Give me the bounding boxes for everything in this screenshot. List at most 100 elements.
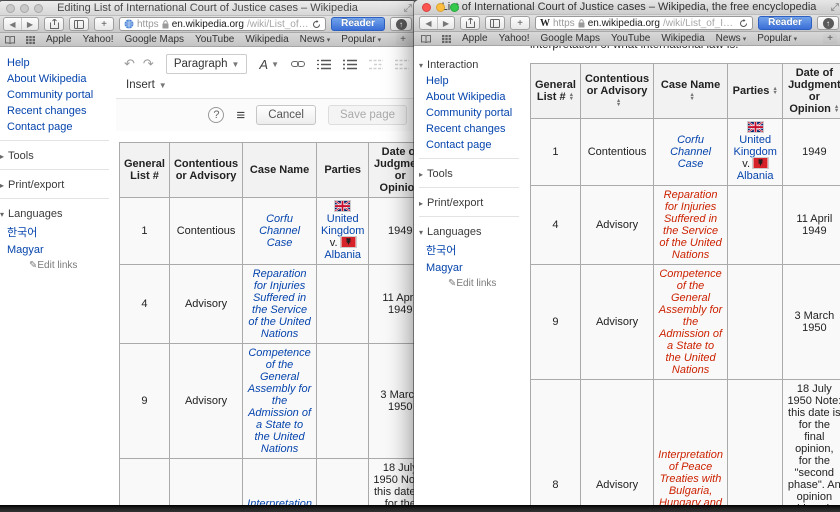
- sidebar-reading-list-button[interactable]: [69, 17, 89, 31]
- sidebar-item-help[interactable]: Help: [7, 57, 116, 69]
- sidebar-item-recent-changes[interactable]: Recent changes: [426, 123, 526, 135]
- party-link[interactable]: Albania: [737, 170, 774, 182]
- undo-icon[interactable]: ↶: [124, 56, 135, 72]
- indent-icon[interactable]: [395, 59, 409, 70]
- sidebar-section-tools[interactable]: ▸Tools: [0, 150, 116, 162]
- top-sites-grid-icon[interactable]: [442, 35, 451, 43]
- forward-button[interactable]: ▶: [437, 17, 454, 29]
- help-icon[interactable]: ?: [208, 107, 224, 123]
- bookmark-youtube[interactable]: YouTube: [611, 33, 650, 44]
- character-style-dropdown[interactable]: A ▼: [259, 57, 279, 72]
- column-header-parties[interactable]: Parties▲▼: [727, 64, 782, 119]
- case-name-link[interactable]: Competence of the General Assembly for t…: [248, 347, 312, 455]
- sidebar-item-contact-page[interactable]: Contact page: [426, 139, 526, 151]
- bookmark-apple[interactable]: Apple: [46, 34, 72, 45]
- address-bar[interactable]: W https en.wikipedia.org /wiki/List_of_I…: [535, 16, 753, 30]
- reading-list-icon[interactable]: [421, 35, 431, 43]
- bookmark-youtube[interactable]: YouTube: [195, 34, 234, 45]
- save-page-button[interactable]: Save page: [328, 105, 407, 125]
- sidebar-section-interaction[interactable]: ▾Interaction: [419, 59, 526, 71]
- bookmark-news[interactable]: News▾: [716, 33, 747, 44]
- new-tab-button[interactable]: +: [510, 16, 530, 30]
- sidebar-section-languages[interactable]: ▾Languages: [0, 208, 116, 220]
- case-name-link[interactable]: Reparation for Injuries Suffered in the …: [248, 268, 310, 340]
- bookmark-news[interactable]: News▾: [300, 34, 331, 45]
- tab-bar-new-tab-button[interactable]: +: [823, 33, 837, 44]
- case-name-link[interactable]: Reparation for Injuries Suffered in the …: [659, 189, 721, 261]
- column-header-general-list[interactable]: General List #▲▼: [531, 64, 581, 119]
- column-header-case-name[interactable]: Case Name▲▼: [654, 64, 728, 119]
- title-bar[interactable]: List of International Court of Justice c…: [414, 0, 840, 15]
- case-name-link[interactable]: Corfu Channel Case: [259, 213, 300, 249]
- sidebar-item-about-wikipedia[interactable]: About Wikipedia: [7, 73, 116, 85]
- close-window-button[interactable]: [422, 3, 431, 12]
- sidebar-item-help[interactable]: Help: [426, 75, 526, 87]
- edit-links[interactable]: ✎Edit links: [426, 278, 526, 289]
- link-icon[interactable]: [291, 60, 305, 68]
- sidebar-item-contact-page[interactable]: Contact page: [7, 121, 116, 133]
- bookmark-popular[interactable]: Popular▾: [757, 33, 797, 44]
- sidebar-item-item[interactable]: 한국어: [426, 242, 526, 258]
- sidebar-section-print-export[interactable]: ▸Print/export: [419, 197, 526, 209]
- minimize-window-button[interactable]: [20, 4, 29, 13]
- case-name-link[interactable]: Interpretation of Peace Treaties with Bu…: [658, 449, 723, 506]
- share-button[interactable]: [460, 16, 480, 30]
- case-name-link[interactable]: Interpretation of Peace Treaties with Bu…: [247, 498, 312, 505]
- sidebar-item-community-portal[interactable]: Community portal: [426, 107, 526, 119]
- tab-bar-new-tab-button[interactable]: +: [396, 34, 410, 45]
- minimize-window-button[interactable]: [436, 3, 445, 12]
- reload-icon[interactable]: [312, 20, 321, 29]
- reading-list-icon[interactable]: [5, 36, 15, 44]
- party-link[interactable]: United Kingdom: [733, 134, 776, 158]
- back-button[interactable]: ◀: [4, 18, 21, 30]
- sidebar-section-tools[interactable]: ▸Tools: [419, 168, 526, 180]
- forward-button[interactable]: ▶: [21, 18, 38, 30]
- bullet-list-icon[interactable]: [343, 59, 357, 70]
- sidebar-item-recent-changes[interactable]: Recent changes: [7, 105, 116, 117]
- party-link[interactable]: Albania: [324, 249, 361, 261]
- zoom-window-button[interactable]: [450, 3, 459, 12]
- reload-icon[interactable]: [739, 19, 748, 28]
- title-bar[interactable]: Editing List of International Court of J…: [0, 1, 417, 16]
- bookmark-wikipedia[interactable]: Wikipedia: [245, 34, 288, 45]
- party-link[interactable]: United Kingdom: [321, 213, 364, 237]
- address-bar[interactable]: https en.wikipedia.org /wiki/List_of_Int…: [119, 17, 326, 31]
- sidebar-item-community-portal[interactable]: Community portal: [7, 89, 116, 101]
- column-header-date-of-judgment-or-opinion[interactable]: Date of Judgment or Opinion▲▼: [783, 64, 840, 119]
- sidebar-item-magyar[interactable]: Magyar: [426, 262, 526, 274]
- sidebar-reading-list-button[interactable]: [485, 16, 505, 30]
- reader-button[interactable]: Reader: [331, 17, 385, 31]
- numbered-list-icon[interactable]: [317, 59, 331, 70]
- reader-button[interactable]: Reader: [758, 16, 812, 30]
- sidebar-item-item[interactable]: 한국어: [7, 224, 116, 240]
- share-button[interactable]: [44, 17, 64, 31]
- hamburger-menu-icon[interactable]: ≡: [236, 107, 244, 124]
- bookmark-apple[interactable]: Apple: [462, 33, 488, 44]
- bookmark-google-maps[interactable]: Google Maps: [541, 33, 600, 44]
- sidebar-item-about-wikipedia[interactable]: About Wikipedia: [426, 91, 526, 103]
- sidebar-section-print-export[interactable]: ▸Print/export: [0, 179, 116, 191]
- sidebar-section-languages[interactable]: ▾Languages: [419, 226, 526, 238]
- new-tab-button[interactable]: +: [94, 17, 114, 31]
- downloads-button[interactable]: ↑: [390, 17, 412, 31]
- paragraph-style-dropdown[interactable]: Paragraph ▼: [166, 54, 248, 74]
- zoom-window-button[interactable]: [34, 4, 43, 13]
- downloads-button[interactable]: ↑: [817, 16, 839, 30]
- column-header-contentious-or-advisory[interactable]: Contentious or Advisory▲▼: [580, 64, 653, 119]
- bookmark-yahoo[interactable]: Yahoo!: [83, 34, 114, 45]
- edit-links[interactable]: ✎Edit links: [7, 260, 116, 271]
- redo-icon[interactable]: ↷: [143, 56, 154, 72]
- bookmark-yahoo[interactable]: Yahoo!: [499, 33, 530, 44]
- case-name-link[interactable]: Corfu Channel Case: [670, 134, 711, 170]
- editor-toolbar-row2[interactable]: Insert ▼: [116, 77, 417, 98]
- top-sites-grid-icon[interactable]: [26, 36, 35, 44]
- bookmark-wikipedia[interactable]: Wikipedia: [661, 33, 704, 44]
- case-name-link[interactable]: Competence of the General Assembly for t…: [659, 268, 723, 376]
- cancel-button[interactable]: Cancel: [256, 105, 316, 125]
- back-button[interactable]: ◀: [420, 17, 437, 29]
- bookmark-popular[interactable]: Popular▾: [341, 34, 381, 45]
- outdent-icon[interactable]: [369, 59, 383, 70]
- sidebar-item-magyar[interactable]: Magyar: [7, 244, 116, 256]
- fullscreen-icon[interactable]: [831, 3, 839, 11]
- close-window-button[interactable]: [6, 4, 15, 13]
